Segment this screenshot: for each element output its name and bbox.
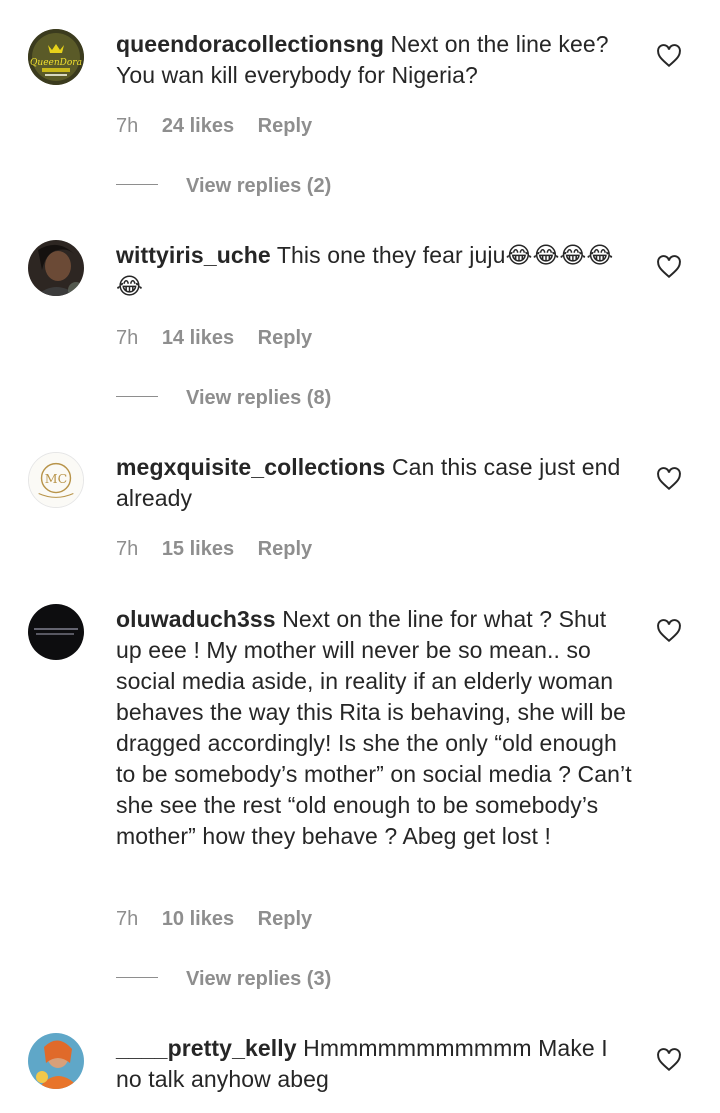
comment-meta: 7h 10 likes Reply — [116, 908, 330, 931]
comment-meta: 7h 14 likes Reply — [116, 327, 330, 350]
view-replies-label: View replies (8) — [186, 387, 332, 409]
avatar[interactable]: QueenDora — [28, 29, 84, 85]
svg-text:QueenDora: QueenDora — [30, 58, 82, 68]
comment-time: 7h — [116, 327, 139, 349]
like-heart-icon[interactable] — [656, 255, 682, 279]
profile-photo — [28, 604, 84, 660]
comment-username[interactable]: megxquisite_collections — [116, 454, 385, 480]
comment-body: queendoracollectionsng Next on the line … — [116, 29, 636, 91]
comment-body: ____pretty_kelly Hmmmmmmmmmmm Make I no … — [116, 1033, 636, 1095]
profile-photo — [28, 240, 84, 296]
comment-time: 7h — [116, 908, 139, 930]
avatar[interactable]: MC — [28, 452, 84, 508]
comment-meta: 7h 24 likes Reply — [116, 115, 330, 138]
queendora-logo: QueenDora — [28, 29, 84, 85]
megxquisite-logo: MC — [29, 453, 83, 507]
profile-photo — [28, 1033, 84, 1089]
comment-likes[interactable]: 24 likes — [162, 115, 234, 137]
avatar[interactable] — [28, 240, 84, 296]
avatar[interactable] — [28, 604, 84, 660]
view-replies-button[interactable]: View replies (3) — [116, 968, 331, 991]
comment-body: megxquisite_collections Can this case ju… — [116, 452, 636, 514]
reply-button[interactable]: Reply — [258, 538, 312, 560]
comment-body: wittyiris_uche This one they fear juju😂😂… — [116, 240, 636, 302]
comment-meta: 7h 15 likes Reply — [116, 538, 330, 561]
comment-username[interactable]: oluwaduch3ss — [116, 606, 276, 632]
svg-text:MC: MC — [45, 471, 67, 486]
view-replies-label: View replies (2) — [186, 175, 332, 197]
reply-button[interactable]: Reply — [258, 327, 312, 349]
comment-likes[interactable]: 10 likes — [162, 908, 234, 930]
comment-username[interactable]: queendoracollectionsng — [116, 31, 384, 57]
reply-button[interactable]: Reply — [258, 115, 312, 137]
comment-likes[interactable]: 15 likes — [162, 538, 234, 560]
comment-username[interactable]: ____pretty_kelly — [116, 1035, 297, 1061]
avatar[interactable] — [28, 1033, 84, 1089]
comment-time: 7h — [116, 115, 139, 137]
like-heart-icon[interactable] — [656, 467, 682, 491]
view-replies-button[interactable]: View replies (8) — [116, 387, 331, 410]
comment-body: oluwaduch3ss Next on the line for what ?… — [116, 604, 636, 852]
divider-line — [116, 396, 158, 398]
view-replies-label: View replies (3) — [186, 968, 332, 990]
comment-time: 7h — [116, 538, 139, 560]
comment-username[interactable]: wittyiris_uche — [116, 242, 271, 268]
like-heart-icon[interactable] — [656, 44, 682, 68]
comment-text: Next on the line for what ? Shut up eee … — [116, 606, 632, 849]
like-heart-icon[interactable] — [656, 619, 682, 643]
divider-line — [116, 184, 158, 186]
reply-button[interactable]: Reply — [258, 908, 312, 930]
view-replies-button[interactable]: View replies (2) — [116, 175, 331, 198]
like-heart-icon[interactable] — [656, 1048, 682, 1072]
comment-likes[interactable]: 14 likes — [162, 327, 234, 349]
divider-line — [116, 977, 158, 979]
